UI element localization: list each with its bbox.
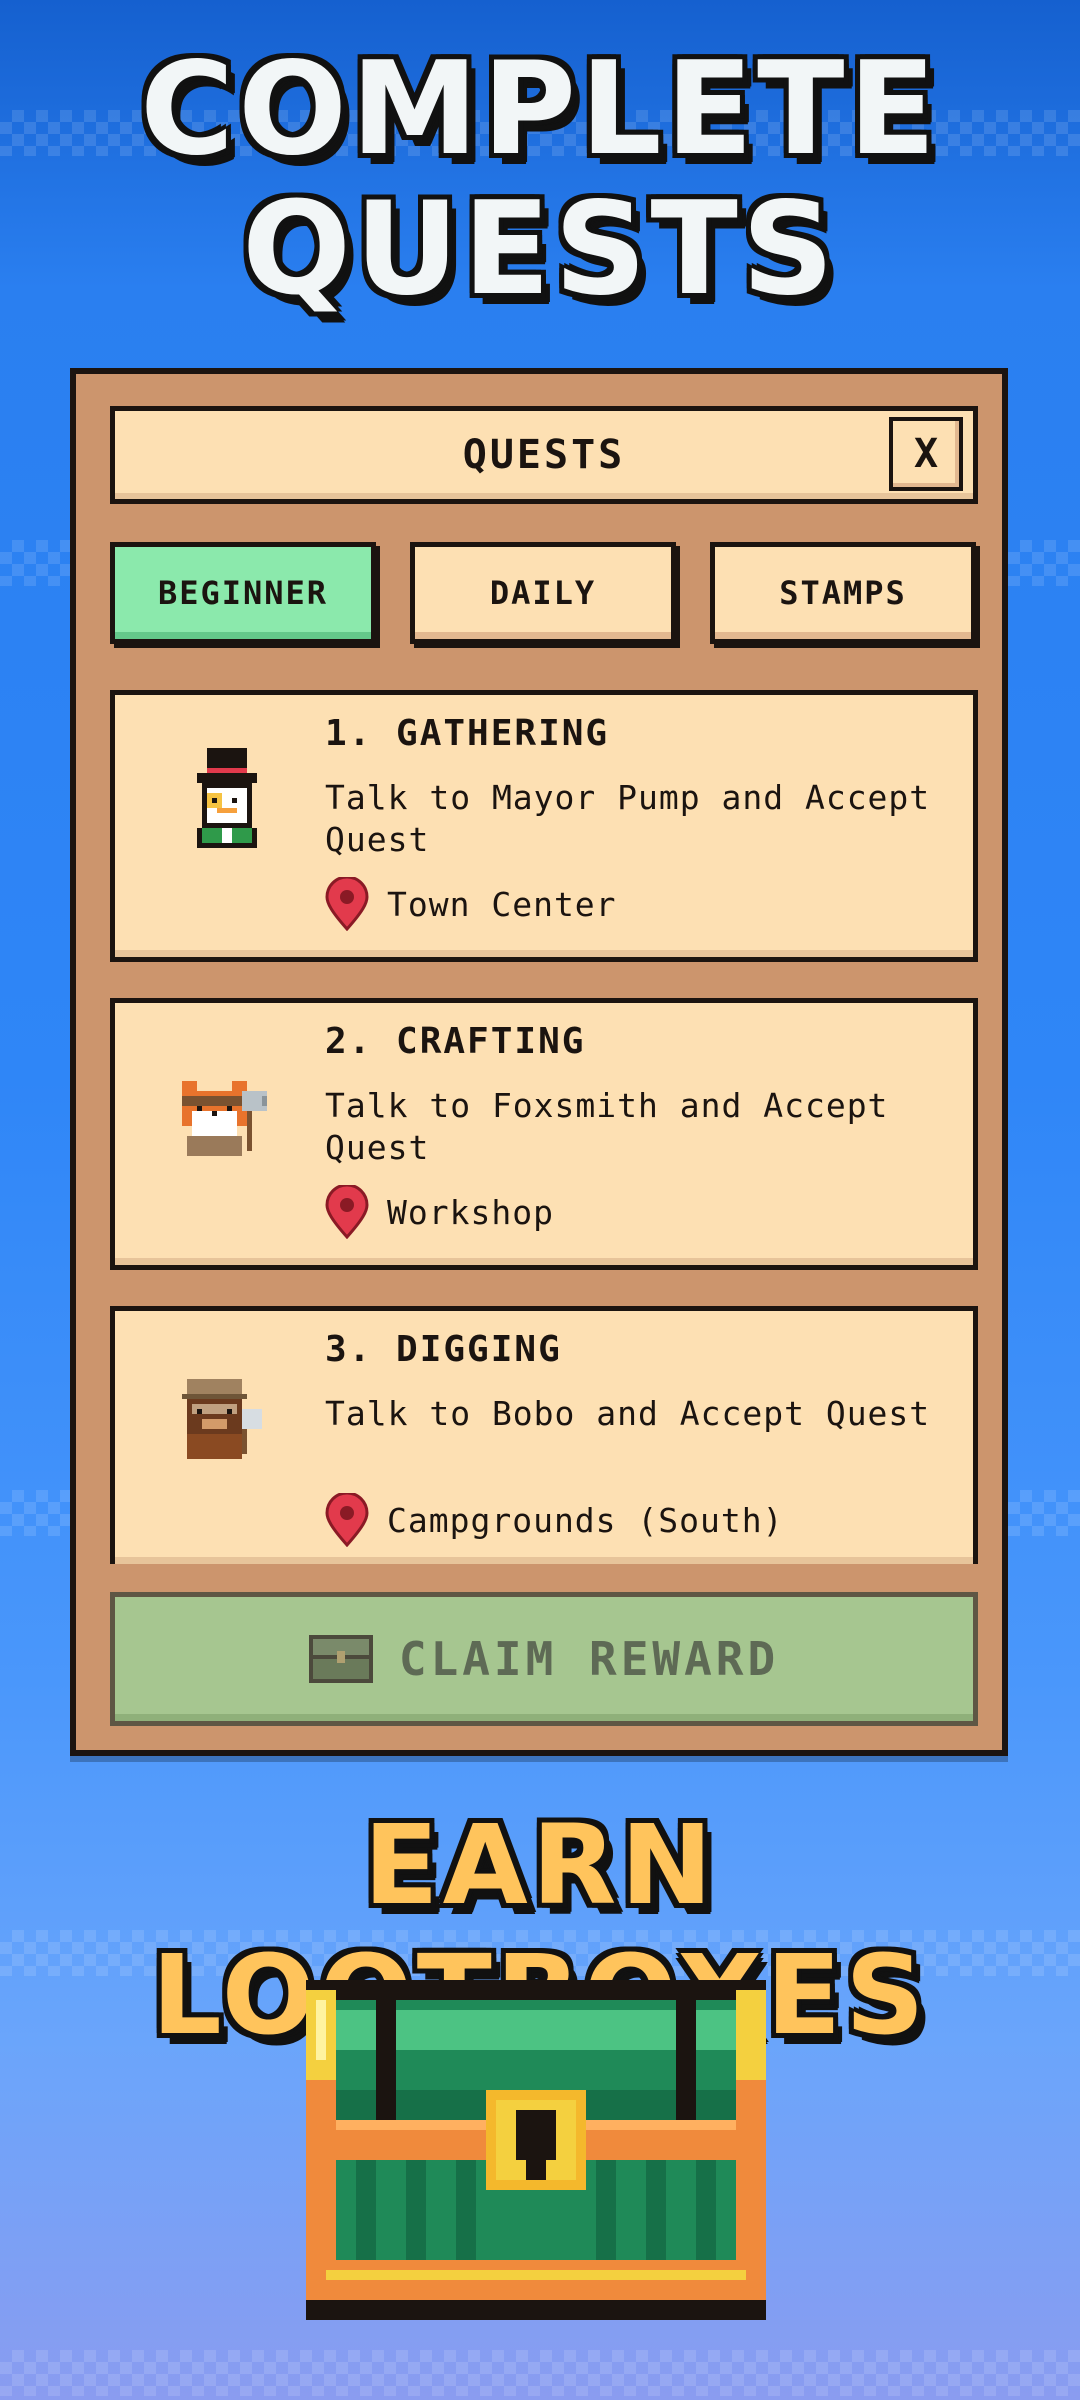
location-label: Campgrounds (South) bbox=[387, 1500, 784, 1540]
banner-title-line2: QUESTS bbox=[242, 175, 838, 324]
pixel-pattern bbox=[0, 2350, 1080, 2396]
quest-description: Talk to Bobo and Accept Quest bbox=[325, 1394, 931, 1433]
quests-panel: QUESTS X BEGINNER DAILY STAMPS 1. GATHER… bbox=[70, 368, 1008, 1756]
quest-location: Workshop bbox=[325, 1185, 554, 1239]
quest-card-gathering[interactable]: 1. GATHERING Talk to Mayor Pump and Acce… bbox=[110, 690, 978, 962]
quest-title: 2. CRAFTING bbox=[325, 1021, 586, 1062]
location-label: Town Center bbox=[387, 884, 617, 924]
location-pin-icon bbox=[325, 877, 369, 931]
treasure-chest-icon bbox=[306, 1980, 766, 2320]
foxsmith-icon bbox=[182, 1081, 267, 1156]
treasure-chest-icon bbox=[308, 1635, 373, 1683]
quest-title: 3. DIGGING bbox=[325, 1329, 562, 1370]
panel-header: QUESTS X bbox=[110, 406, 978, 504]
quest-location: Town Center bbox=[325, 877, 617, 931]
mayor-pump-icon bbox=[197, 748, 257, 848]
quest-card-digging[interactable]: 3. DIGGING Talk to Bobo and Accept Quest… bbox=[110, 1306, 978, 1564]
banner-title-line1: COMPLETE bbox=[140, 35, 940, 184]
tab-daily[interactable]: DAILY bbox=[410, 542, 676, 644]
bobo-icon bbox=[182, 1379, 262, 1459]
quest-description: Talk to Mayor Pump and Accept Quest bbox=[325, 778, 931, 859]
close-button[interactable]: X bbox=[889, 417, 963, 491]
tab-stamps[interactable]: STAMPS bbox=[710, 542, 976, 644]
location-label: Workshop bbox=[387, 1192, 554, 1232]
quest-location: Campgrounds (South) bbox=[325, 1493, 784, 1547]
tab-beginner[interactable]: BEGINNER bbox=[110, 542, 376, 644]
quest-description: Talk to Foxsmith and Accept Quest bbox=[325, 1086, 889, 1167]
quest-title: 1. GATHERING bbox=[325, 713, 610, 754]
location-pin-icon bbox=[325, 1185, 369, 1239]
location-pin-icon bbox=[325, 1493, 369, 1547]
quest-card-crafting[interactable]: 2. CRAFTING Talk to Foxsmith and Accept … bbox=[110, 998, 978, 1270]
claim-reward-button[interactable]: CLAIM REWARD bbox=[110, 1592, 978, 1726]
claim-reward-label: CLAIM REWARD bbox=[398, 1632, 780, 1686]
panel-title: QUESTS bbox=[462, 432, 626, 478]
